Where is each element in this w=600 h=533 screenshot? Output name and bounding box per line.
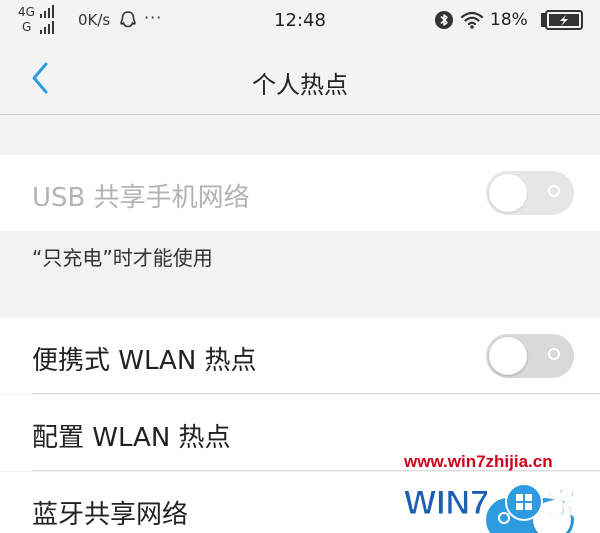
configure-wlan-label: 配置 WLAN 热点 (32, 423, 231, 453)
usb-tethering-label: USB 共享手机网络 (32, 183, 250, 213)
wlan-hotspot-row[interactable]: 便携式 WLAN 热点 (0, 318, 600, 394)
usb-tethering-note: “只充电”时才能使用 (32, 246, 213, 270)
watermark-logo: WIN7 家 (404, 483, 577, 523)
wifi-icon (460, 11, 484, 29)
bluetooth-tethering-label: 蓝牙共享网络 (32, 500, 189, 530)
screen: 4G G 0K/s ··· 12:48 18% 个人热点 USB 共享手机网络 … (0, 0, 600, 533)
page-title: 个人热点 (252, 71, 348, 99)
usb-tethering-toggle[interactable] (486, 171, 574, 215)
bluetooth-icon (435, 11, 453, 29)
status-bar: 4G G 0K/s ··· 12:48 18% (0, 0, 600, 44)
watermark-url: www.win7zhijia.cn (404, 452, 553, 471)
divider (32, 393, 600, 394)
wlan-hotspot-toggle[interactable] (486, 334, 574, 378)
title-bar: 个人热点 (0, 44, 600, 115)
svg-text:WIN7: WIN7 (404, 484, 489, 522)
svg-text:家: 家 (546, 487, 576, 522)
battery-charging-icon (541, 10, 583, 30)
watermark: www.win7zhijia.cn WIN7 家 (390, 448, 600, 533)
wlan-hotspot-label: 便携式 WLAN 热点 (32, 346, 257, 376)
usb-tethering-row: USB 共享手机网络 (0, 155, 600, 231)
battery-percentage: 18% (490, 10, 528, 30)
